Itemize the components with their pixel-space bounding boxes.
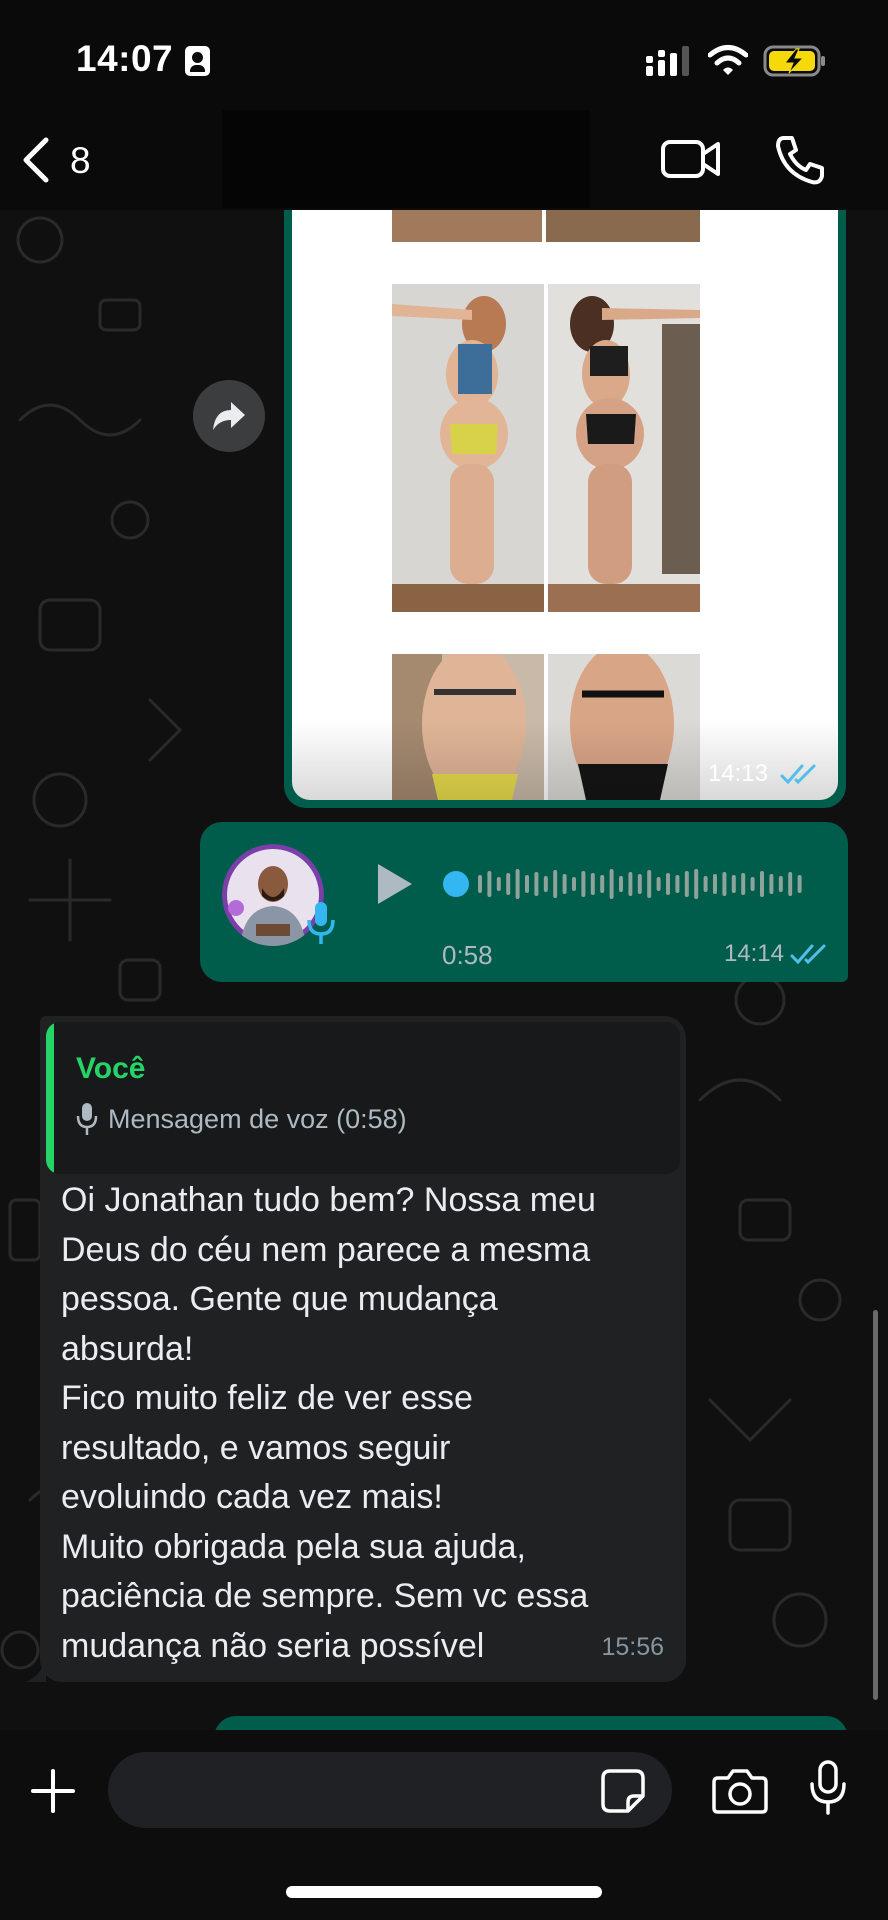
quote-author: Você xyxy=(76,1052,146,1085)
waveform[interactable] xyxy=(442,862,812,906)
read-ticks-icon xyxy=(780,764,816,785)
phone-call-icon[interactable] xyxy=(774,134,824,186)
waveform-bar xyxy=(600,875,605,893)
waveform-bar xyxy=(703,876,708,892)
mic-icon xyxy=(307,902,335,944)
waveform-bar xyxy=(534,872,539,896)
playhead-handle[interactable] xyxy=(443,871,469,897)
waveform-bar xyxy=(760,871,764,897)
home-indicator[interactable] xyxy=(286,1886,602,1898)
plus-icon[interactable] xyxy=(30,1768,76,1814)
chat-header: 8 xyxy=(0,110,888,210)
voice-timestamp: 14:14 xyxy=(723,940,784,967)
unread-count[interactable]: 8 xyxy=(70,140,91,182)
waveform-bar xyxy=(656,877,661,891)
incoming-message[interactable]: Você Mensagem de voz (0:58) Oi Jonathan … xyxy=(26,1016,686,1682)
waveform-bar xyxy=(637,874,642,894)
waveform-bar xyxy=(543,876,548,892)
waveform-bar xyxy=(788,872,793,896)
waveform-bar xyxy=(590,873,595,895)
forward-button[interactable] xyxy=(193,380,265,452)
waveform-bar xyxy=(666,873,670,895)
status-time: 14:07 xyxy=(76,38,174,79)
waveform-bar xyxy=(713,874,717,894)
back-chevron-icon[interactable] xyxy=(16,134,56,186)
waveform-bar xyxy=(487,871,492,897)
voice-message[interactable]: 0:58 14:14 xyxy=(200,822,848,982)
composer-bar xyxy=(0,1730,888,1920)
quote-text: Mensagem de voz (0:58) xyxy=(108,1104,407,1134)
message-timestamp: 15:56 xyxy=(601,1633,664,1661)
waveform-bar xyxy=(750,877,755,891)
contact-name-redacted[interactable] xyxy=(222,110,590,208)
image-message[interactable]: 14:13 xyxy=(284,170,846,808)
waveform-bar xyxy=(506,873,511,895)
battery-icon xyxy=(763,45,825,77)
waveform-bar xyxy=(647,870,652,898)
waveform-bar xyxy=(684,871,689,897)
waveform-bar xyxy=(731,875,736,893)
waveform-bar xyxy=(572,877,576,891)
waveform-bar xyxy=(562,874,567,894)
waveform-bar xyxy=(778,876,783,892)
waveform-bar xyxy=(628,872,633,896)
wifi-icon xyxy=(708,45,748,75)
status-bar: 14:07 xyxy=(0,0,888,110)
mic-icon[interactable] xyxy=(808,1760,848,1816)
waveform-bar xyxy=(515,869,520,899)
camera-icon[interactable] xyxy=(712,1768,768,1814)
waveform-bar xyxy=(741,873,746,895)
waveform-bar xyxy=(694,869,699,899)
voice-duration: 0:58 xyxy=(442,940,493,970)
id-card-icon xyxy=(185,46,210,76)
image-timestamp: 14:13 xyxy=(707,760,768,787)
waveform-bar xyxy=(675,875,680,893)
waveform-bar xyxy=(525,875,529,893)
message-input[interactable] xyxy=(108,1752,672,1828)
bubble-tail xyxy=(26,1660,46,1682)
forward-icon xyxy=(213,402,245,430)
waveform-bar xyxy=(553,870,558,898)
waveform-bar xyxy=(609,869,614,899)
quote-accent-bar xyxy=(46,1022,54,1174)
waveform-bar xyxy=(581,871,586,897)
read-ticks-icon xyxy=(790,944,826,965)
scrollbar[interactable] xyxy=(873,1310,878,1700)
waveform-bar xyxy=(619,876,623,892)
video-call-icon[interactable] xyxy=(660,136,722,182)
waveform-bar xyxy=(722,872,727,896)
mic-icon xyxy=(76,1103,98,1135)
image-preview[interactable]: 14:13 xyxy=(292,170,838,800)
waveform-bar xyxy=(478,875,482,893)
signal-icon xyxy=(646,46,689,76)
message-text: Oi Jonathan tudo bem? Nossa meu Deus do … xyxy=(61,1181,596,1665)
waveform-bar xyxy=(797,875,802,893)
play-icon[interactable] xyxy=(374,862,414,906)
waveform-bar xyxy=(496,877,501,891)
waveform-bar xyxy=(769,874,774,894)
quoted-message[interactable]: Você Mensagem de voz (0:58) xyxy=(46,1022,680,1174)
sticker-icon[interactable] xyxy=(600,1768,646,1814)
photo-side-comparison xyxy=(392,284,700,612)
